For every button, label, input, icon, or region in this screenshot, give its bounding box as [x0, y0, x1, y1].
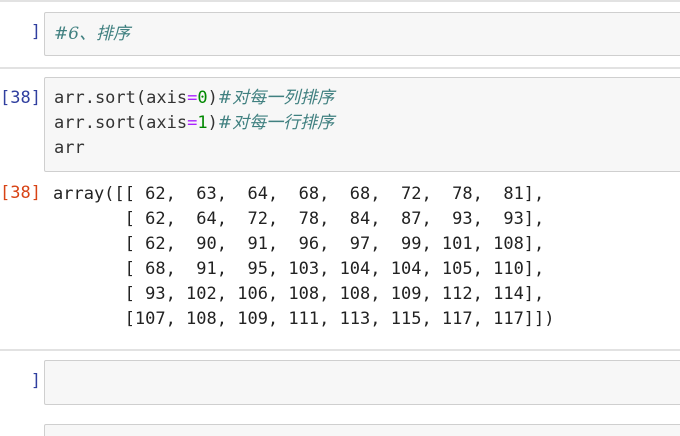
code-cell-input[interactable]: #6、排序 [44, 12, 680, 56]
cell-separator [0, 0, 680, 2]
output-line: [ 62, 64, 72, 78, 84, 87, 93, 93], [53, 209, 545, 229]
code-line: arr.sort(axis=0)#对每一列排序 [54, 88, 335, 108]
code-comment: #6、排序 [54, 24, 131, 44]
notebook-page: ]: #6、排序 [38]: arr.sort(axis=0)#对每一列排序 a… [0, 0, 680, 436]
output-line: [ 68, 91, 95, 103, 104, 104, 105, 110], [53, 259, 545, 279]
cell-separator [0, 67, 680, 69]
input-prompt: [38]: [0, 88, 40, 108]
cell-separator [0, 349, 680, 351]
output-line: [ 62, 90, 91, 96, 97, 99, 101, 108], [53, 234, 545, 254]
code-line: arr [54, 138, 85, 158]
output-line: [ 93, 102, 106, 108, 108, 109, 112, 114]… [53, 284, 545, 304]
input-prompt: ]: [30, 22, 40, 42]
output-line: [107, 108, 109, 111, 113, 115, 117, 117]… [53, 309, 555, 329]
code-line: arr.sort(axis=1)#对每一行排序 [54, 113, 335, 133]
code-cell-input[interactable] [44, 360, 680, 405]
input-prompt: ]: [30, 371, 40, 391]
output-prompt: [38]: [0, 183, 40, 203]
code-cell-input[interactable]: arr.sort(axis=0)#对每一列排序 arr.sort(axis=1)… [44, 77, 680, 172]
output-line: array([[ 62, 63, 64, 68, 68, 72, 78, 81]… [53, 184, 545, 204]
code-cell-input[interactable] [44, 424, 680, 436]
